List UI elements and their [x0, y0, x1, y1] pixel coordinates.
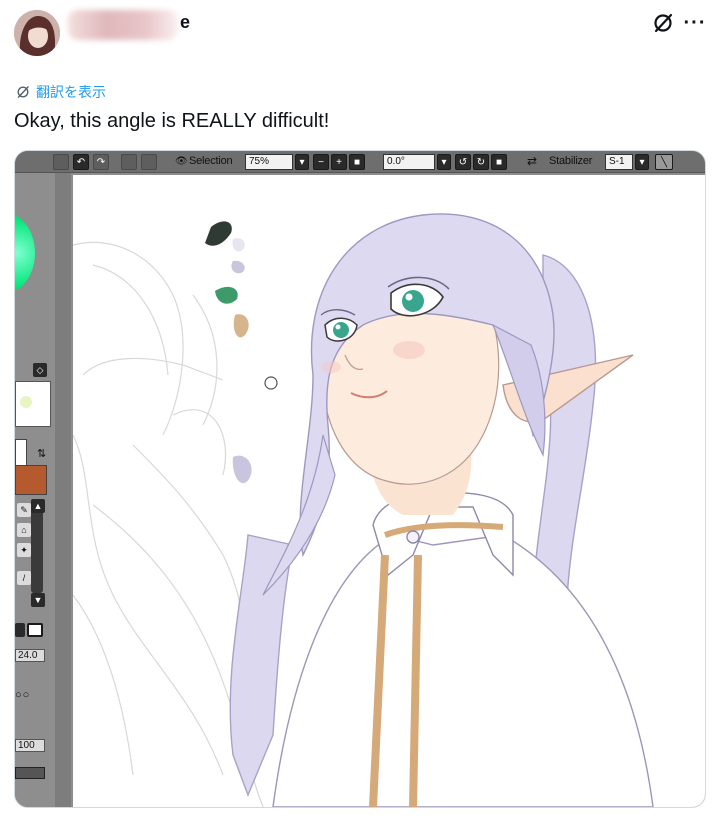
author-name-blurred[interactable] [68, 10, 178, 40]
flip-icon[interactable]: ⇄ [527, 154, 537, 168]
stabilizer-dropdown-icon[interactable]: ▾ [635, 154, 649, 170]
background-color-swatch[interactable] [15, 439, 27, 467]
eraser-icon[interactable]: ◇ [33, 363, 47, 377]
view-icon[interactable]: 👁 [175, 156, 188, 167]
zoom-dropdown-icon[interactable]: ▾ [295, 154, 309, 170]
stabilizer-field[interactable]: S-1 [605, 154, 633, 170]
selection-toggle-label[interactable]: Selection [189, 155, 233, 167]
opacity-slider[interactable] [15, 767, 45, 779]
toolbar-grip-icon [53, 154, 69, 170]
rotate-right-icon[interactable]: ↻ [473, 154, 489, 170]
app-toolbar: ↶ ↷ 👁 Selection 75% ▾ − + ■ 0.0° ▾ ↺ ↻ ■… [15, 151, 705, 173]
author-name-visible[interactable]: e [180, 12, 190, 33]
pen-tool-icon[interactable]: ✎ [17, 503, 31, 517]
rotation-field[interactable]: 0.0° [383, 154, 435, 170]
character-illustration [72, 213, 654, 807]
pen-pressure-icon[interactable]: ╲ [655, 154, 673, 170]
scroll-down-icon[interactable]: ▼ [31, 593, 45, 607]
undo-icon[interactable]: ↶ [73, 154, 89, 170]
zoom-out-icon[interactable]: − [313, 154, 329, 170]
translate-post-link[interactable]: 翻訳を表示 [16, 82, 106, 102]
brush-shape-icons[interactable]: ○○ [15, 689, 30, 701]
swap-colors-icon[interactable]: ⇅ [37, 447, 46, 460]
deselect-icon[interactable] [121, 154, 137, 170]
zoom-reset-icon[interactable]: ■ [349, 154, 365, 170]
color-black-swatch[interactable] [15, 623, 25, 637]
translate-label: 翻訳を表示 [36, 85, 106, 101]
zoom-field[interactable]: 75% [245, 154, 293, 170]
post-text: Okay, this angle is REALLY difficult! [14, 110, 330, 132]
tool-panel: ◇ ⇅ ✎ ⌂ ✦ / ▲ ▼ 24.0 ○○ 100 [15, 151, 71, 807]
drawing-canvas[interactable] [72, 175, 705, 807]
post-header: e ··· [0, 0, 720, 70]
more-options-icon[interactable]: ··· [682, 10, 708, 36]
foreground-color-swatch[interactable] [15, 465, 47, 495]
color-preview [15, 381, 51, 427]
zoom-in-icon[interactable]: + [331, 154, 347, 170]
rotate-reset-icon[interactable]: ■ [491, 154, 507, 170]
rotation-dropdown-icon[interactable]: ▾ [437, 154, 451, 170]
redo-icon[interactable]: ↷ [93, 154, 109, 170]
tool-scrollbar[interactable] [31, 503, 43, 593]
bucket-tool-icon[interactable]: ⌂ [17, 523, 31, 537]
color-white-swatch[interactable] [27, 623, 43, 637]
rotate-left-icon[interactable]: ↺ [455, 154, 471, 170]
grok-icon[interactable] [650, 10, 676, 36]
invert-selection-icon[interactable] [141, 154, 157, 170]
stabilizer-label: Stabilizer [549, 155, 593, 167]
scroll-up-icon[interactable]: ▲ [31, 499, 45, 513]
grok-icon [17, 86, 29, 98]
brush-size-value[interactable]: 24.0 [15, 649, 45, 662]
density-value[interactable]: 100 [15, 739, 45, 752]
avatar[interactable] [14, 10, 60, 56]
smudge-tool-icon[interactable]: ✦ [17, 543, 31, 557]
brush-tool-icon[interactable]: / [17, 571, 31, 585]
post-media-image[interactable]: ◇ ⇅ ✎ ⌂ ✦ / ▲ ▼ 24.0 ○○ 100 ↶ ↷ 👁 Select… [14, 150, 706, 808]
